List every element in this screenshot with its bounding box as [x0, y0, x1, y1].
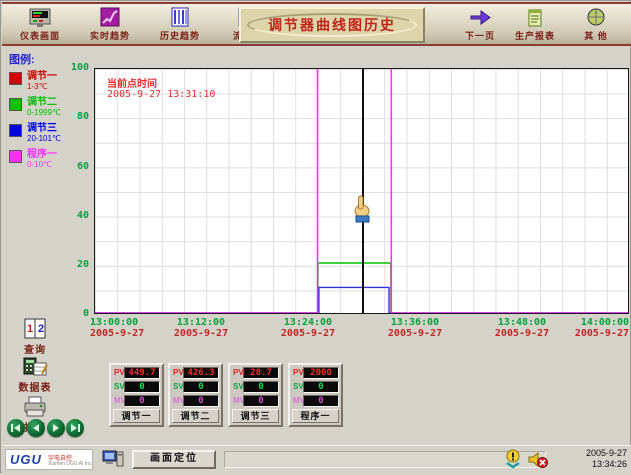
legend-series-name: 调节三 — [27, 123, 89, 134]
screen-title-plaque: 调节器曲线图历史 — [239, 7, 425, 43]
other-globe-icon — [584, 7, 608, 28]
panel-title: 调节三 — [232, 409, 279, 423]
toolbar-button-instrument[interactable]: 仪表画面 — [12, 7, 68, 45]
logo-subtext-en: Xiamen UGU AI Inc — [48, 461, 91, 467]
nav-prev-button[interactable] — [27, 419, 45, 437]
mv-value: 0 — [124, 395, 160, 407]
production-report-icon — [523, 7, 547, 28]
toolbar-button-label: 下一页 — [452, 29, 508, 42]
mv-value: 0 — [183, 395, 219, 407]
history-trend-icon — [168, 7, 192, 28]
hmi-window: 仪表画面 实时趋势 历史趋势 流程图 调节器曲线图历史 — [0, 0, 631, 473]
svg-text:1: 1 — [27, 323, 33, 335]
sv-value: 0 — [243, 381, 279, 393]
status-date: 2005-9-27 — [565, 448, 627, 459]
status-time: 13:34:26 — [565, 459, 627, 470]
side-button-label: 数据表 — [13, 379, 57, 394]
page-title: 调节器曲线图历史 — [268, 15, 396, 35]
legend-swatch — [9, 150, 22, 163]
instrument-panel-icon — [28, 7, 52, 28]
y-axis-tick: 60 — [63, 161, 89, 172]
toolbar-button-other[interactable]: 其 他 — [568, 7, 624, 45]
screen-locate-button[interactable]: 画面定位 — [132, 450, 216, 469]
panel-title: 调节一 — [113, 409, 160, 423]
alarm-indicator-icon[interactable] — [503, 449, 523, 470]
toolbar-button-history-trend[interactable]: 历史趋势 — [152, 7, 208, 45]
pv-value: 426.3 — [183, 367, 219, 379]
legend-series-name: 调节二 — [27, 97, 89, 108]
panel-title: 程序一 — [292, 409, 339, 423]
sv-value: 0 — [124, 381, 160, 393]
panel-title: 调节二 — [172, 409, 219, 423]
legend-item: 调节一 1-3℃ — [9, 71, 89, 93]
realtime-trend-icon — [98, 7, 122, 28]
sv-value: 0 — [183, 381, 219, 393]
status-bar: UGU 宇电自控 Xiamen UGU AI Inc 画面定位 2005-9-2… — [2, 445, 631, 473]
pv-value: 2000 — [303, 367, 339, 379]
mv-value: 0 — [303, 395, 339, 407]
next-page-arrow-icon — [468, 7, 492, 28]
current-point-label: 当前点时间 — [107, 75, 157, 90]
svg-text:2: 2 — [38, 323, 44, 335]
ugu-logo: UGU 宇电自控 Xiamen UGU AI Inc — [5, 449, 93, 470]
sv-value: 0 — [303, 381, 339, 393]
y-axis-tick: 80 — [63, 111, 89, 122]
legend-swatch — [9, 98, 22, 111]
legend-item: 调节三 20-101℃ — [9, 123, 89, 145]
y-axis-tick: 40 — [63, 210, 89, 221]
x-axis-tick: 13:12:002005-9-27 — [159, 317, 243, 339]
y-axis-tick: 0 — [63, 308, 89, 319]
hand-cursor-handle-icon[interactable] — [352, 194, 373, 224]
query-book-icon: 12 — [22, 317, 48, 341]
value-panel-regulator3: PV28.7 SV0 MV0 调节三 — [228, 363, 283, 427]
toolbar-button-realtime-trend[interactable]: 实时趋势 — [82, 7, 138, 45]
pv-value: 28.7 — [243, 367, 279, 379]
legend-swatch — [9, 124, 22, 137]
speaker-muted-icon[interactable] — [527, 449, 547, 470]
title-oval-border: 调节器曲线图历史 — [247, 13, 417, 37]
x-axis-tick: 13:24:002005-9-27 — [266, 317, 350, 339]
top-toolbar: 仪表画面 实时趋势 历史趋势 流程图 调节器曲线图历史 — [2, 2, 631, 46]
y-axis-tick: 100 — [63, 62, 89, 73]
mv-value: 0 — [243, 395, 279, 407]
legend-series-range: 20-101℃ — [27, 134, 89, 143]
clock-display: 2005-9-27 13:34:26 — [565, 448, 627, 470]
legend-swatch — [9, 72, 22, 85]
value-panel-program1: PV2000 SV0 MV0 程序一 — [288, 363, 343, 427]
toolbar-button-label: 仪表画面 — [12, 29, 68, 42]
nav-next-button[interactable] — [47, 419, 65, 437]
printer-icon — [22, 395, 48, 419]
nav-last-button[interactable] — [66, 419, 84, 437]
pv-value: 449.7 — [124, 367, 160, 379]
toolbar-button-label: 历史趋势 — [152, 29, 208, 42]
y-axis-tick: 20 — [63, 259, 89, 270]
computer-icon[interactable] — [102, 449, 124, 469]
toolbar-button-next-page[interactable]: 下一页 — [452, 7, 508, 45]
legend-series-range: 1-3℃ — [27, 82, 89, 91]
x-axis-tick: 14:00:002005-9-27 — [545, 317, 629, 339]
toolbar-button-production-report[interactable]: 生产报表 — [507, 7, 563, 45]
data-table-icon — [22, 355, 48, 379]
nav-first-button[interactable] — [7, 419, 25, 437]
logo-text: UGU — [10, 452, 42, 467]
current-point-time: 2005-9-27 13:31:10 — [107, 89, 215, 100]
toolbar-button-label: 生产报表 — [507, 29, 563, 42]
query-button[interactable]: 12 查询 — [13, 317, 57, 356]
legend-series-name: 程序一 — [27, 149, 89, 160]
data-table-button[interactable]: 数据表 — [13, 355, 57, 394]
value-panel-regulator1: PV449.7 SV0 MV0 调节一 — [109, 363, 164, 427]
trend-chart-plot-area[interactable]: 当前点时间 2005-9-27 13:31:10 — [94, 68, 629, 314]
side-button-label: 查询 — [13, 341, 57, 356]
time-cursor-line — [362, 69, 364, 313]
toolbar-button-label: 其 他 — [568, 29, 624, 42]
status-message-area — [224, 451, 546, 468]
value-panel-regulator2: PV426.3 SV0 MV0 调节二 — [168, 363, 223, 427]
x-axis-tick: 13:36:002005-9-27 — [373, 317, 457, 339]
toolbar-button-label: 实时趋势 — [82, 29, 138, 42]
